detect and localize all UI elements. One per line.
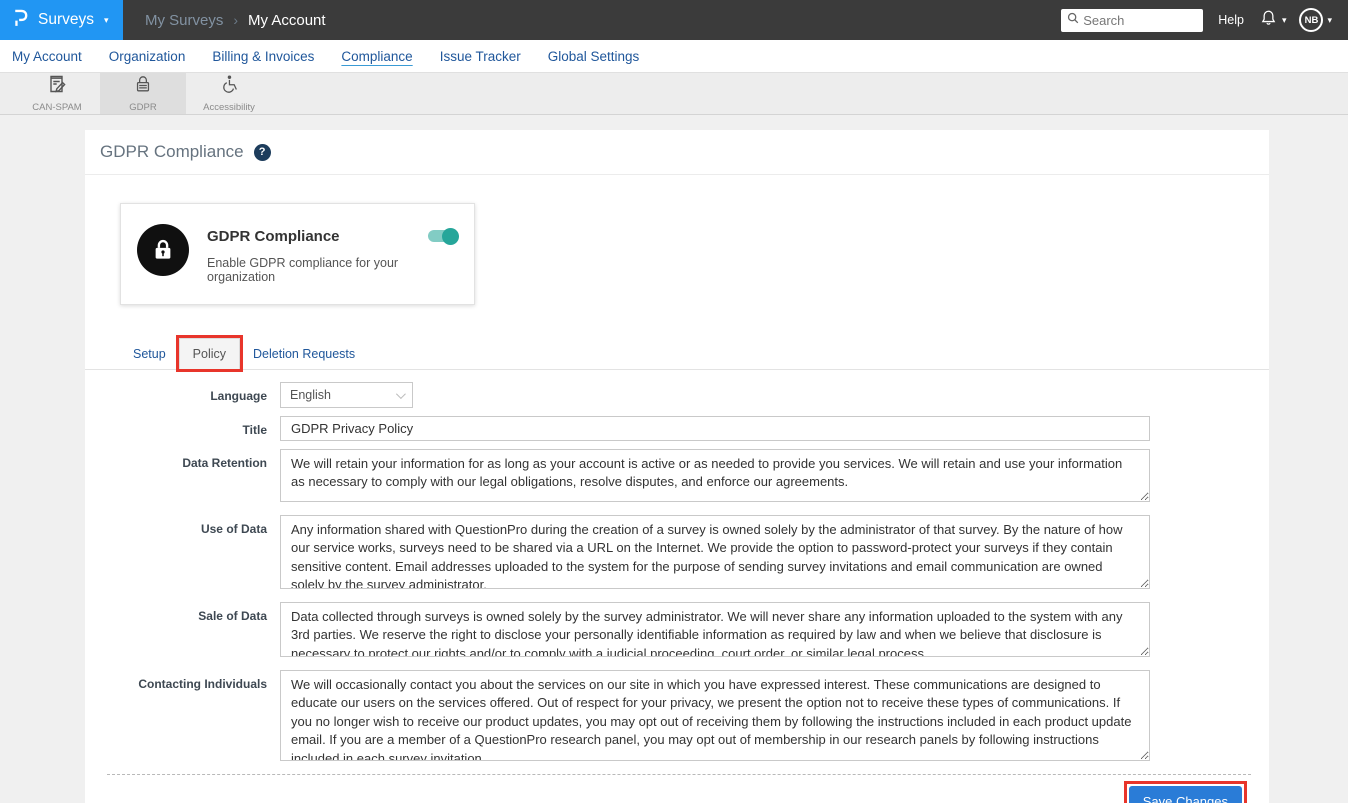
use-of-data-label: Use of Data bbox=[85, 515, 280, 594]
form-row-language: Language English bbox=[85, 382, 1269, 408]
language-label: Language bbox=[85, 382, 280, 408]
policy-form: Language English Title Data Retention We bbox=[85, 382, 1269, 766]
data-retention-textarea[interactable]: We will retain your information for as l… bbox=[280, 449, 1150, 502]
global-search bbox=[1061, 9, 1203, 32]
chevron-down-icon: ▾ bbox=[1327, 16, 1332, 25]
contacting-individuals-textarea[interactable]: We will occasionally contact you about t… bbox=[280, 670, 1150, 761]
gdpr-lock-icon bbox=[133, 74, 153, 99]
sale-of-data-label: Sale of Data bbox=[85, 602, 280, 662]
chevron-down-icon: ▾ bbox=[104, 16, 109, 25]
form-row-use-of-data: Use of Data Any information shared with … bbox=[85, 515, 1269, 594]
subnav-item-my-account[interactable]: My Account bbox=[12, 49, 82, 64]
breadcrumb-separator-icon: › bbox=[233, 12, 238, 28]
tab-can-spam[interactable]: CAN-SPAM bbox=[14, 73, 100, 114]
tab-deletion-requests[interactable]: Deletion Requests bbox=[247, 339, 361, 369]
subnav-item-issue-tracker[interactable]: Issue Tracker bbox=[440, 49, 521, 64]
topbar-right-cluster: Help ▾ NB ▾ bbox=[1061, 8, 1348, 33]
contacting-individuals-label: Contacting Individuals bbox=[85, 670, 280, 766]
questionpro-logo-icon bbox=[13, 7, 28, 34]
language-select[interactable]: English bbox=[280, 382, 413, 408]
breadcrumb-my-surveys[interactable]: My Surveys bbox=[145, 12, 223, 29]
toggle-knob bbox=[442, 228, 459, 245]
canspam-note-pencil-icon bbox=[47, 74, 67, 99]
notifications-menu[interactable]: ▾ bbox=[1259, 8, 1287, 33]
lock-icon bbox=[137, 224, 189, 276]
search-input[interactable] bbox=[1083, 13, 1197, 28]
icon-tab-label: CAN-SPAM bbox=[32, 102, 81, 113]
breadcrumb: My Surveys › My Account bbox=[145, 12, 326, 29]
save-annotation-box: Save Changes bbox=[1124, 781, 1247, 803]
title-label: Title bbox=[85, 416, 280, 441]
title-input[interactable] bbox=[280, 416, 1150, 441]
compliance-icon-tabs: CAN-SPAM GDPR Accessibility bbox=[0, 73, 1348, 115]
gdpr-panel: GDPR Compliance ? GDPR Compliance Enable… bbox=[85, 130, 1269, 803]
brand-label: Surveys bbox=[38, 11, 94, 29]
subnav-item-billing-invoices[interactable]: Billing & Invoices bbox=[212, 49, 314, 64]
gdpr-feature-card: GDPR Compliance Enable GDPR compliance f… bbox=[120, 203, 475, 305]
avatar: NB bbox=[1299, 8, 1323, 32]
save-changes-button[interactable]: Save Changes bbox=[1129, 786, 1242, 803]
data-retention-label: Data Retention bbox=[85, 449, 280, 507]
form-row-title: Title bbox=[85, 416, 1269, 441]
gdpr-enable-toggle[interactable] bbox=[428, 230, 457, 242]
main-area: GDPR Compliance ? GDPR Compliance Enable… bbox=[0, 115, 1348, 803]
help-icon[interactable]: ? bbox=[254, 144, 271, 161]
use-of-data-textarea[interactable]: Any information shared with QuestionPro … bbox=[280, 515, 1150, 589]
tab-setup[interactable]: Setup bbox=[127, 339, 172, 369]
breadcrumb-my-account: My Account bbox=[248, 12, 326, 29]
product-switcher[interactable]: Surveys ▾ bbox=[0, 0, 123, 40]
search-icon bbox=[1067, 11, 1079, 29]
top-navbar: Surveys ▾ My Surveys › My Account Help ▾… bbox=[0, 0, 1348, 40]
accessibility-wheelchair-icon bbox=[219, 74, 239, 99]
subnav-item-compliance[interactable]: Compliance bbox=[341, 49, 412, 64]
icon-tab-label: Accessibility bbox=[203, 102, 255, 113]
gdpr-tabs: Setup Policy Deletion Requests bbox=[85, 338, 1269, 370]
page-title: GDPR Compliance bbox=[100, 142, 244, 162]
chevron-down-icon bbox=[396, 389, 406, 399]
save-row: Save Changes bbox=[85, 775, 1269, 803]
tab-accessibility[interactable]: Accessibility bbox=[186, 73, 272, 114]
tab-gdpr[interactable]: GDPR bbox=[100, 73, 186, 114]
bell-icon bbox=[1259, 8, 1278, 33]
sale-of-data-textarea[interactable]: Data collected through surveys is owned … bbox=[280, 602, 1150, 657]
feature-card-title: GDPR Compliance bbox=[207, 228, 458, 245]
language-selected-value: English bbox=[290, 388, 331, 402]
tab-policy[interactable]: Policy bbox=[179, 338, 240, 369]
form-row-sale-of-data: Sale of Data Data collected through surv… bbox=[85, 602, 1269, 662]
feature-card-text: GDPR Compliance Enable GDPR compliance f… bbox=[207, 224, 458, 304]
subnav-item-organization[interactable]: Organization bbox=[109, 49, 186, 64]
account-menu[interactable]: NB ▾ bbox=[1299, 8, 1332, 32]
feature-card-subtitle: Enable GDPR compliance for your organiza… bbox=[207, 256, 458, 284]
account-subnav: My Account Organization Billing & Invoic… bbox=[0, 40, 1348, 73]
form-row-data-retention: Data Retention We will retain your infor… bbox=[85, 449, 1269, 507]
chevron-down-icon: ▾ bbox=[1282, 16, 1287, 25]
help-link[interactable]: Help bbox=[1218, 13, 1244, 27]
page-header: GDPR Compliance ? bbox=[85, 130, 1269, 175]
subnav-item-global-settings[interactable]: Global Settings bbox=[548, 49, 640, 64]
form-row-contacting-individuals: Contacting Individuals We will occasiona… bbox=[85, 670, 1269, 766]
icon-tab-label: GDPR bbox=[129, 102, 156, 113]
